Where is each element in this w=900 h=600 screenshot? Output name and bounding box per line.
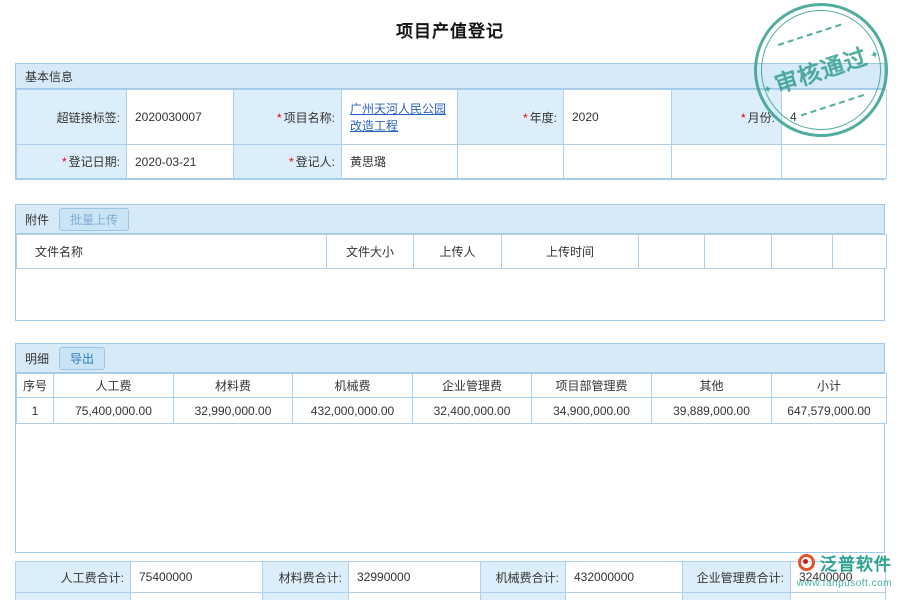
empty-cell bbox=[16, 593, 131, 600]
year-label: 年度: bbox=[530, 111, 557, 125]
page-title: 项目产值登记 bbox=[0, 17, 900, 42]
registrant-label: 登记人: bbox=[296, 155, 335, 169]
attachment-header-empty bbox=[772, 235, 833, 269]
detail-cell-subtotal: 647,579,000.00 bbox=[772, 398, 887, 424]
page: 项目产值登记 ✦审核通过✦ 基本信息 超链接标签: 2020030007 *项目… bbox=[0, 0, 900, 600]
registrant-label-cell: *登记人: bbox=[234, 145, 342, 179]
empty-cell bbox=[131, 593, 263, 600]
brand-name: 泛普软件 bbox=[820, 550, 892, 575]
hyperlink-label: 超链接标签: bbox=[57, 111, 120, 125]
required-marker: * bbox=[277, 111, 282, 125]
hyperlink-label-cell: 超链接标签: bbox=[17, 90, 127, 145]
attachment-header-empty bbox=[705, 235, 772, 269]
batch-upload-button[interactable]: 批量上传 bbox=[59, 208, 129, 231]
project-name-link[interactable]: 广州天河人民公园改造工程 bbox=[350, 102, 446, 133]
empty-cell bbox=[782, 145, 887, 179]
register-date-label-cell: *登记日期: bbox=[17, 145, 127, 179]
table-row: 1 75,400,000.00 32,990,000.00 432,000,00… bbox=[17, 398, 887, 424]
attachment-header-uploadtime: 上传时间 bbox=[502, 235, 639, 269]
required-marker: * bbox=[523, 111, 528, 125]
detail-header-index: 序号 bbox=[17, 374, 54, 398]
empty-cell bbox=[566, 593, 683, 600]
detail-empty-area bbox=[16, 424, 884, 552]
totals-table: 人工费合计: 75400000 材料费合计: 32990000 机械费合计: 4… bbox=[15, 561, 886, 600]
basic-info-panel: 基本信息 超链接标签: 2020030007 *项目名称: 广州天河人民公园改造… bbox=[15, 63, 885, 180]
material-total-value: 32990000 bbox=[349, 562, 481, 593]
hyperlink-value: 2020030007 bbox=[135, 110, 202, 124]
detail-cell-index: 1 bbox=[17, 398, 54, 424]
year-value-cell: 2020 bbox=[564, 90, 672, 145]
labor-total-value: 75400000 bbox=[131, 562, 263, 593]
month-value: 4 bbox=[790, 110, 797, 124]
detail-cell-machine: 432,000,000.00 bbox=[293, 398, 413, 424]
star-icon: ✦ bbox=[868, 48, 881, 63]
detail-cell-material: 32,990,000.00 bbox=[174, 398, 293, 424]
empty-cell bbox=[791, 593, 886, 600]
month-label: 月份: bbox=[748, 111, 775, 125]
required-marker: * bbox=[289, 155, 294, 169]
brand-logo-icon bbox=[798, 554, 815, 571]
detail-cell-dept: 34,900,000.00 bbox=[532, 398, 652, 424]
attachments-panel: 附件 批量上传 文件名称 文件大小 上传人 上传时间 bbox=[15, 204, 885, 321]
basic-info-title: 基本信息 bbox=[25, 68, 73, 85]
brand-row: 泛普软件 bbox=[797, 550, 892, 575]
detail-cell-other: 39,889,000.00 bbox=[652, 398, 772, 424]
brand-url: www.fanpusoft.com bbox=[797, 578, 892, 589]
detail-header-labor: 人工费 bbox=[54, 374, 174, 398]
detail-header-dept: 项目部管理费 bbox=[532, 374, 652, 398]
project-name-cell: 广州天河人民公园改造工程 bbox=[342, 90, 458, 145]
detail-header-subtotal: 小计 bbox=[772, 374, 887, 398]
year-label-cell: *年度: bbox=[458, 90, 564, 145]
detail-header-management: 企业管理费 bbox=[413, 374, 532, 398]
footer-brand: 泛普软件 www.fanpusoft.com bbox=[797, 550, 892, 589]
attachments-header-bar: 附件 批量上传 bbox=[16, 205, 884, 234]
empty-cell bbox=[263, 593, 349, 600]
detail-cell-management: 32,400,000.00 bbox=[413, 398, 532, 424]
empty-cell bbox=[564, 145, 672, 179]
register-date-label: 登记日期: bbox=[69, 155, 120, 169]
attachment-header-filename: 文件名称 bbox=[17, 235, 327, 269]
detail-header-bar: 明细 导出 bbox=[16, 344, 884, 373]
hyperlink-value-cell: 2020030007 bbox=[127, 90, 234, 145]
attachment-header-uploader: 上传人 bbox=[414, 235, 502, 269]
attachments-empty-area bbox=[16, 269, 884, 320]
detail-table: 序号 人工费 材料费 机械费 企业管理费 项目部管理费 其他 小计 1 75,4… bbox=[16, 373, 887, 424]
project-name-label: 项目名称: bbox=[284, 111, 335, 125]
empty-cell bbox=[349, 593, 481, 600]
export-button[interactable]: 导出 bbox=[59, 347, 105, 370]
machine-total-value: 432000000 bbox=[566, 562, 683, 593]
detail-header-machine: 机械费 bbox=[293, 374, 413, 398]
machine-total-label: 机械费合计: bbox=[481, 562, 566, 593]
material-total-label: 材料费合计: bbox=[263, 562, 349, 593]
registrant-value-cell: 黄思璐 bbox=[342, 145, 458, 179]
required-marker: * bbox=[62, 155, 67, 169]
attachments-table: 文件名称 文件大小 上传人 上传时间 bbox=[16, 234, 887, 269]
empty-cell bbox=[458, 145, 564, 179]
attachment-header-empty bbox=[639, 235, 705, 269]
year-value: 2020 bbox=[572, 110, 599, 124]
project-name-label-cell: *项目名称: bbox=[234, 90, 342, 145]
empty-cell bbox=[481, 593, 566, 600]
required-marker: * bbox=[741, 111, 746, 125]
basic-info-header-bar: 基本信息 bbox=[16, 64, 884, 89]
detail-panel: 明细 导出 序号 人工费 材料费 机械费 企业管理费 项目部管理费 其他 小计 … bbox=[15, 343, 885, 553]
detail-title: 明细 bbox=[25, 350, 49, 367]
register-date-value: 2020-03-21 bbox=[135, 155, 196, 169]
month-value-cell: 4 bbox=[782, 90, 887, 145]
register-date-value-cell: 2020-03-21 bbox=[127, 145, 234, 179]
empty-cell bbox=[672, 145, 782, 179]
empty-cell bbox=[683, 593, 791, 600]
detail-header-other: 其他 bbox=[652, 374, 772, 398]
management-total-label: 企业管理费合计: bbox=[683, 562, 791, 593]
month-label-cell: *月份: bbox=[672, 90, 782, 145]
detail-cell-labor: 75,400,000.00 bbox=[54, 398, 174, 424]
detail-header-material: 材料费 bbox=[174, 374, 293, 398]
basic-info-table: 超链接标签: 2020030007 *项目名称: 广州天河人民公园改造工程 *年… bbox=[16, 89, 887, 179]
attachment-header-empty bbox=[833, 235, 887, 269]
attachments-title: 附件 bbox=[25, 211, 49, 228]
attachment-header-filesize: 文件大小 bbox=[327, 235, 414, 269]
labor-total-label: 人工费合计: bbox=[16, 562, 131, 593]
registrant-value: 黄思璐 bbox=[350, 155, 386, 169]
